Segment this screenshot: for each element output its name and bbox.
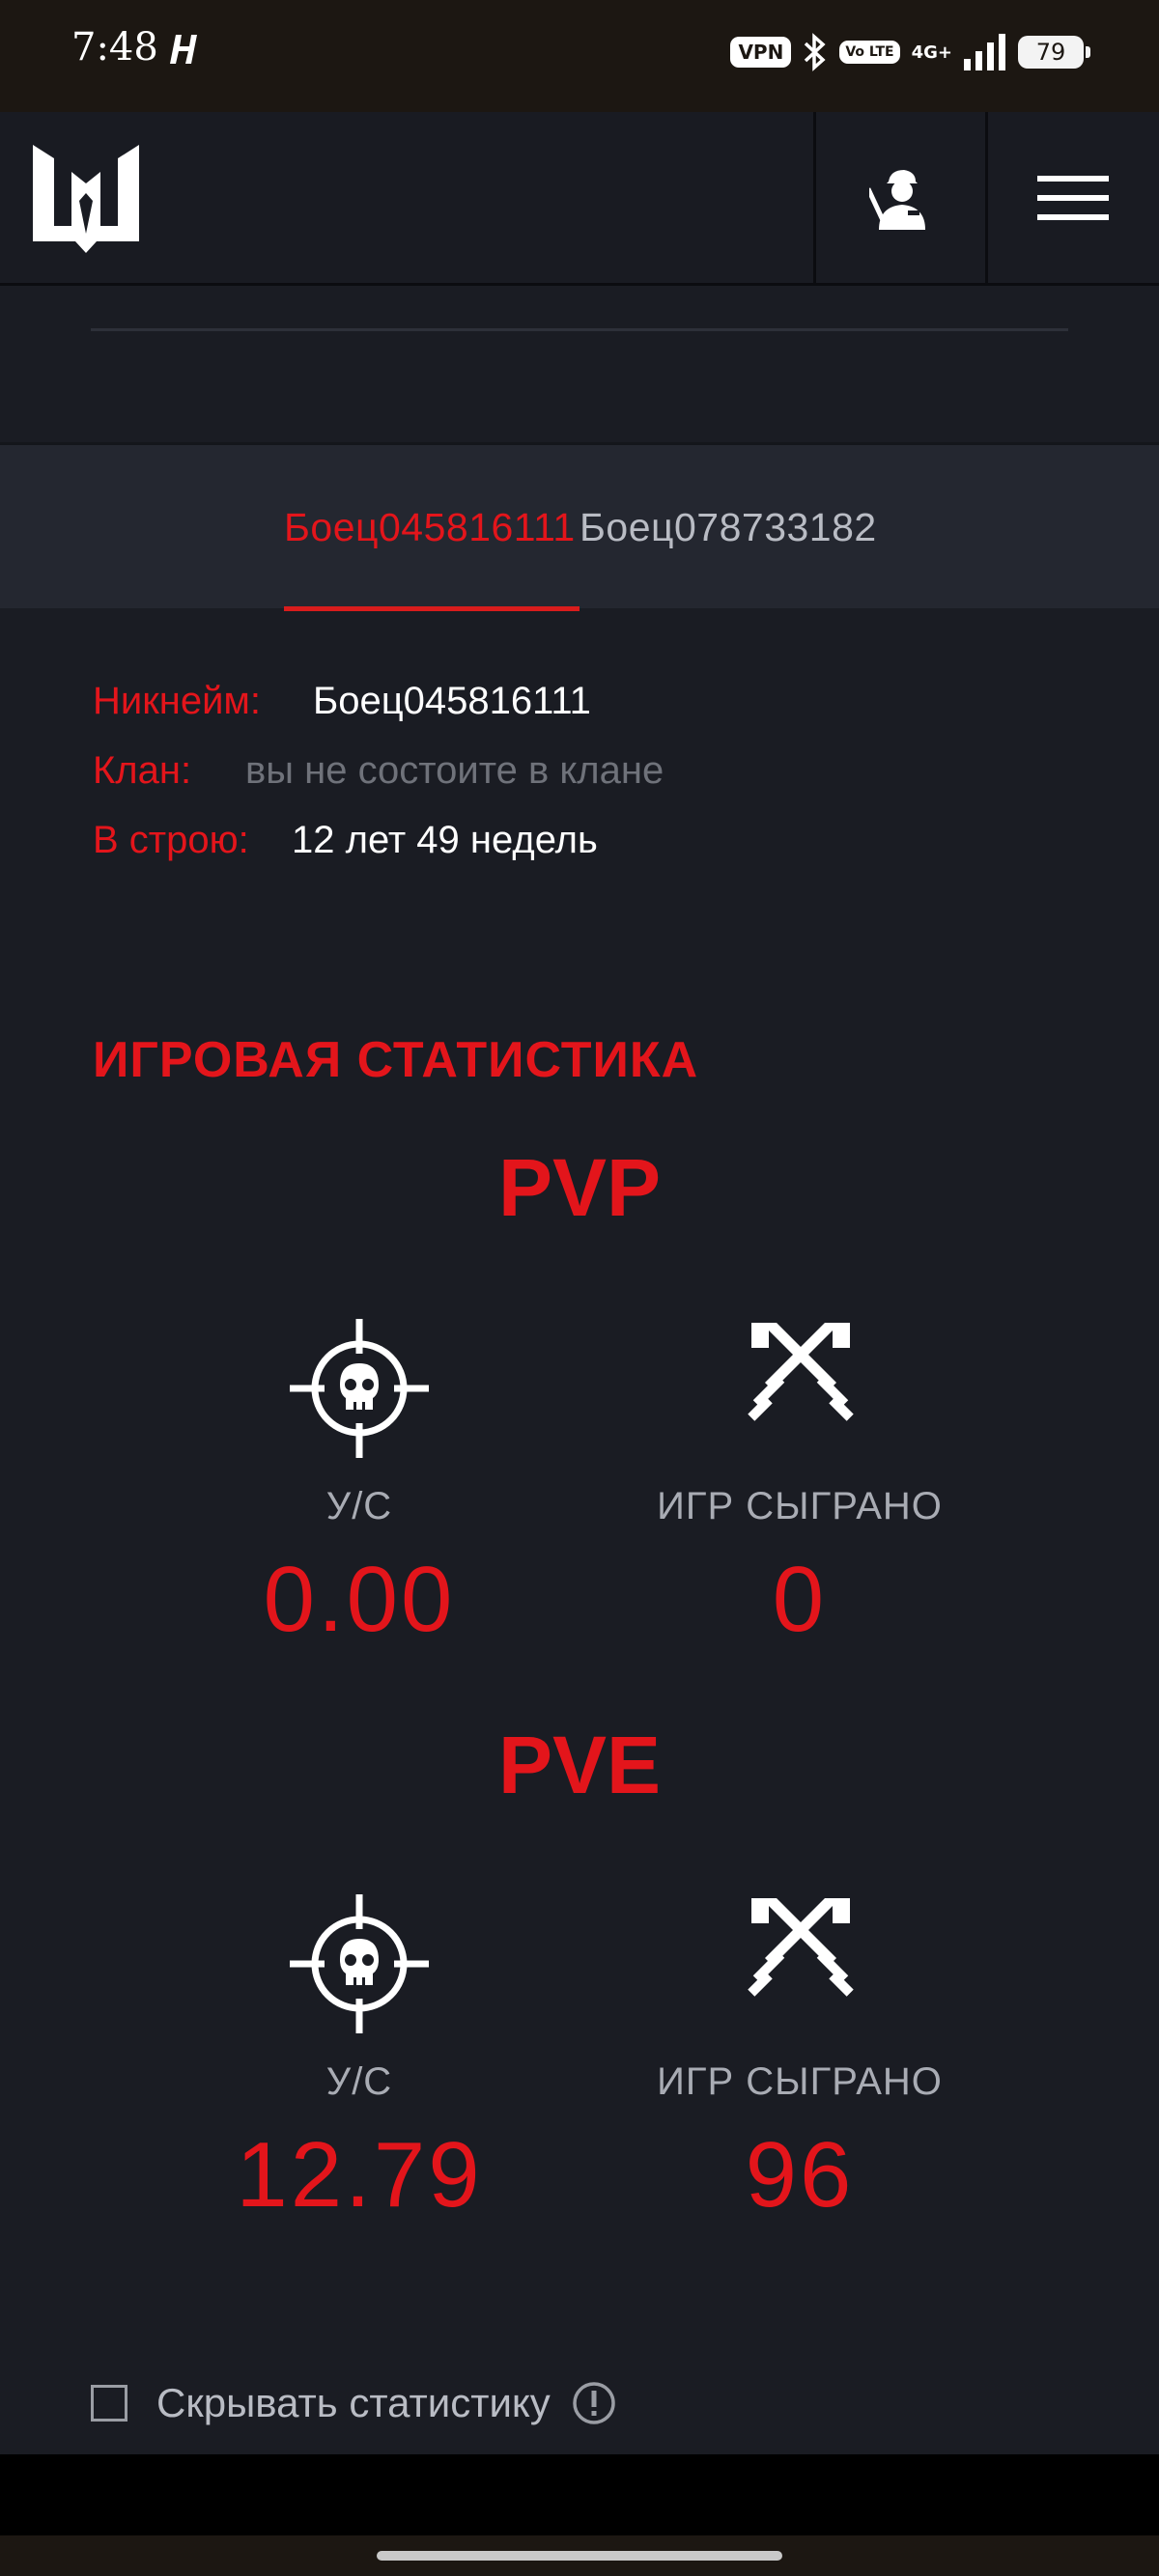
pvp-kd-label: У/С (325, 1485, 393, 1527)
status-icons: VPN Vo LTE 4G+ 79 (730, 29, 1090, 75)
volte-badge: Vo LTE (839, 41, 900, 64)
battery-indicator: 79 (1018, 36, 1090, 69)
clan-value: вы не состоите в клане (245, 749, 664, 792)
tab-account-2[interactable]: Боец078733182 (580, 505, 877, 550)
top-navigation (0, 112, 1159, 286)
crosshair-skull-icon (290, 1894, 429, 2033)
divider (91, 328, 1068, 331)
info-icon[interactable] (572, 2381, 616, 2425)
bottom-bar (0, 2454, 1159, 2535)
bluetooth-icon (805, 33, 826, 71)
nickname-row: Никнейм: Боец045816111 (93, 680, 591, 723)
pve-games-value: 96 (745, 2123, 855, 2226)
hide-stats-label[interactable]: Скрывать статистику (156, 2380, 551, 2426)
hide-stats-row: Скрывать статистику (91, 2379, 616, 2427)
vpn-badge: VPN (730, 37, 792, 68)
pvp-games-value: 0 (772, 1548, 828, 1651)
crosshair-skull-icon (290, 1319, 429, 1458)
active-tab-indicator (284, 606, 580, 611)
crossed-swords-icon (748, 1898, 854, 1997)
network-type: 4G+ (911, 42, 952, 63)
crossed-swords-icon (748, 1323, 854, 1421)
hide-stats-checkbox[interactable] (91, 2385, 127, 2422)
h-app-icon (170, 35, 197, 64)
nickname-label: Никнейм: (93, 680, 262, 722)
pvp-title: PVP (497, 1142, 662, 1233)
status-bar: 7:48 VPN Vo LTE 4G+ 79 (0, 0, 1159, 112)
service-label: В строю: (93, 819, 249, 861)
home-gesture-bar[interactable] (377, 2551, 782, 2561)
tab-account-1[interactable]: Боец045816111 (284, 505, 576, 550)
service-row: В строю: 12 лет 49 недель (93, 819, 598, 862)
soldier-profile-icon (868, 170, 925, 230)
game-stats-title: ИГРОВАЯ СТАТИСТИКА (93, 1032, 699, 1088)
signal-icon (964, 34, 1005, 70)
pve-games-label: ИГР СЫГРАНО (657, 2060, 943, 2103)
clan-label: Клан: (93, 749, 192, 792)
account-tabs: Боец045816111 Боец078733182 (0, 442, 1159, 611)
service-value: 12 лет 49 недель (292, 819, 598, 861)
pve-title: PVE (497, 1720, 662, 1810)
hamburger-menu-icon (1036, 176, 1109, 220)
clan-row: Клан: вы не состоите в клане (93, 749, 664, 793)
pve-kd-value: 12.79 (236, 2123, 483, 2226)
pve-kd-label: У/С (325, 2060, 393, 2103)
pvp-kd-value: 0.00 (263, 1548, 456, 1651)
nickname-value: Боец045816111 (313, 680, 591, 722)
pvp-games-label: ИГР СЫГРАНО (657, 1485, 943, 1527)
menu-button[interactable] (985, 112, 1157, 284)
profile-button[interactable] (813, 112, 985, 284)
status-time: 7:48 (71, 25, 158, 70)
warface-logo-icon[interactable] (33, 145, 139, 253)
